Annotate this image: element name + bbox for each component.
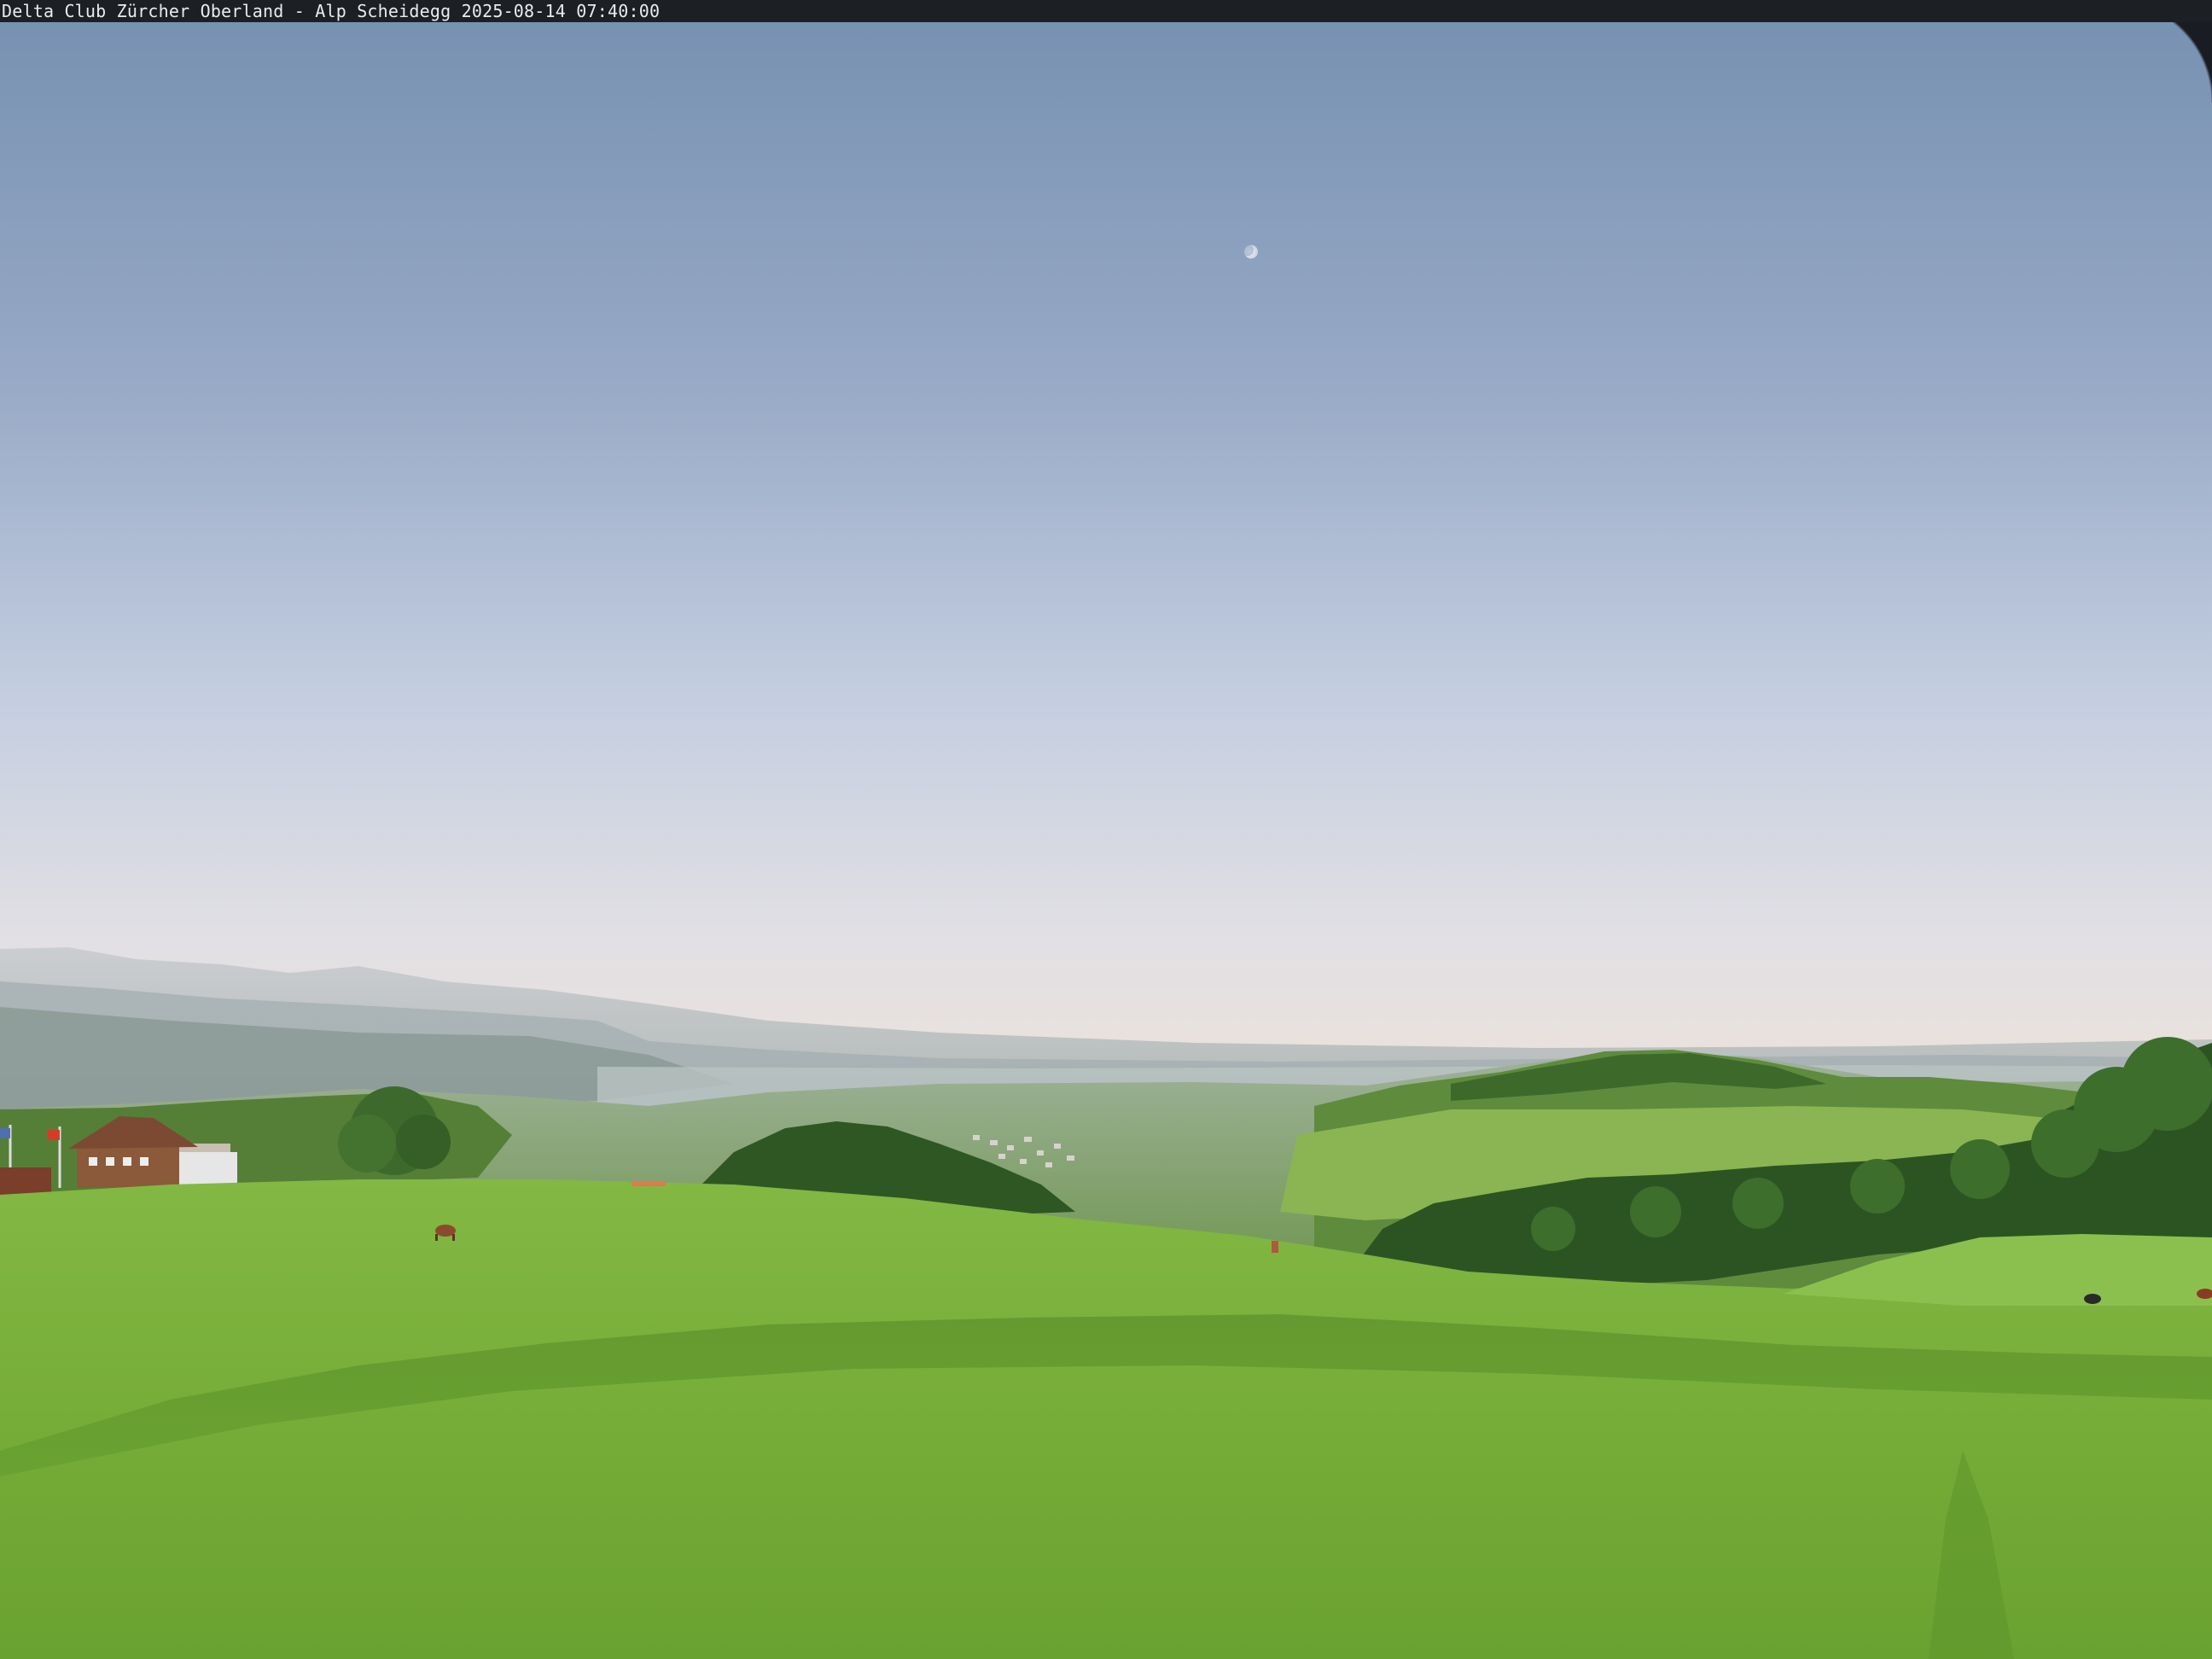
webcam-frame: Delta Club Zürcher Oberland - Alp Scheid… bbox=[0, 0, 2212, 1659]
launch-marker bbox=[1272, 1241, 1278, 1253]
sky bbox=[0, 0, 2212, 1109]
webcam-caption: Delta Club Zürcher Oberland - Alp Scheid… bbox=[2, 1, 661, 21]
caption-bar: Delta Club Zürcher Oberland - Alp Scheid… bbox=[0, 0, 2212, 22]
landscape-scene bbox=[0, 0, 2212, 1659]
launch-marker bbox=[632, 1181, 666, 1186]
cow bbox=[2084, 1294, 2101, 1304]
left-roof bbox=[0, 1167, 51, 1196]
